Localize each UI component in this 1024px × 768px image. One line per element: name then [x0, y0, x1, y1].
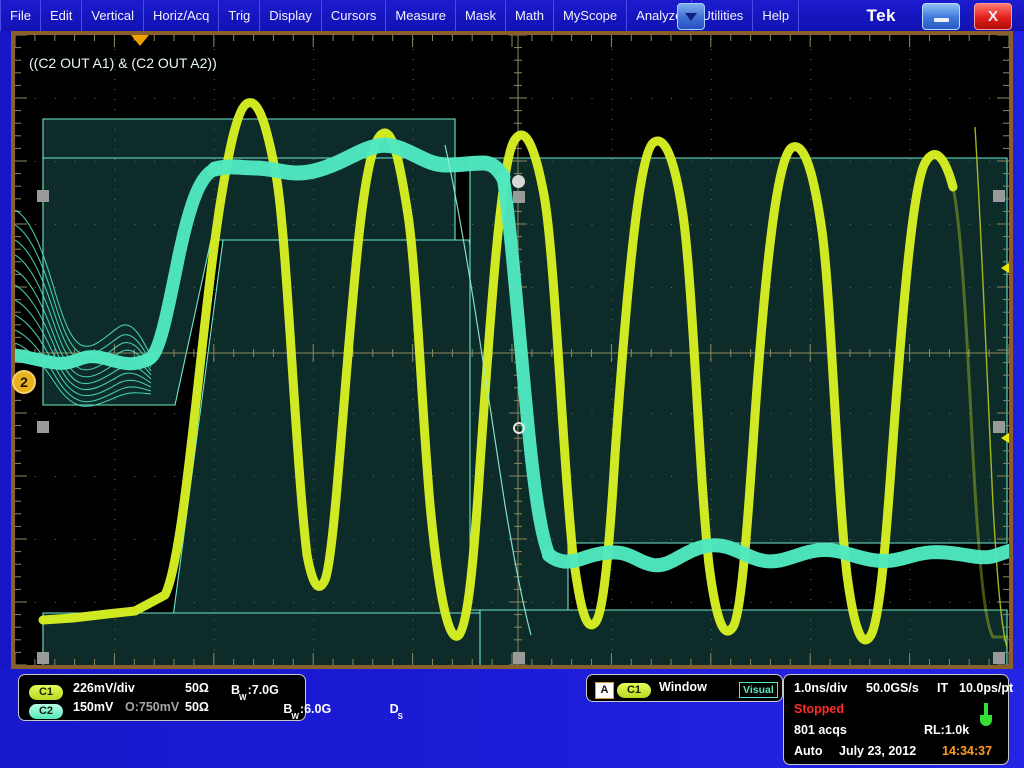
ch1-chip-wrap[interactable]: C1 — [29, 682, 63, 700]
ch2-bw-sub: W — [291, 712, 299, 721]
menu-edit[interactable]: Edit — [41, 0, 82, 31]
menu-cursors[interactable]: Cursors — [322, 0, 387, 31]
trigger-mode: Auto — [794, 744, 822, 758]
ch1-level-arrow-lower[interactable] — [1001, 431, 1009, 445]
zoom-a-badge[interactable]: A — [595, 682, 614, 699]
zoom-chip-wrap[interactable]: A — [595, 680, 614, 699]
graticule[interactable]: ((C2 OUT A1) & (C2 OUT A2)) — [15, 35, 1009, 665]
zoom-source-chip-wrap[interactable]: C1 — [617, 680, 651, 698]
menu-overflow-button[interactable] — [677, 3, 705, 30]
ch1-bw-value: :7.0G — [248, 683, 279, 697]
ch1-bandwidth: BW:7.0G — [231, 683, 279, 700]
resolution: 10.0ps/pt — [959, 681, 1013, 695]
ch2-coupling: DS — [390, 702, 404, 719]
ch2-coupling-sub: S — [398, 712, 403, 721]
sample-rate: 50.0GS/s — [866, 681, 919, 695]
ch1-scale: 226mV/div — [73, 681, 135, 695]
date-label: July 23, 2012 — [839, 744, 916, 758]
ch2-position-handle-right[interactable] — [993, 190, 1005, 202]
zoom-source-badge[interactable]: C1 — [617, 683, 651, 698]
ch1-position-handle-bottom-left[interactable] — [37, 652, 49, 664]
ch1-badge[interactable]: C1 — [29, 685, 63, 700]
minimize-icon — [934, 18, 949, 22]
menu-file[interactable]: File — [0, 0, 41, 31]
time-label: 14:34:37 — [942, 744, 992, 758]
ch2-scale: 150mV — [73, 700, 113, 714]
indicator-head — [980, 715, 992, 726]
cursor-marker-filled[interactable] — [512, 175, 525, 188]
math-expression-label: ((C2 OUT A1) & (C2 OUT A2)) — [29, 55, 217, 71]
visual-trigger-chip-wrap[interactable]: Visual — [739, 680, 778, 698]
ch2-badge[interactable]: C2 — [29, 704, 63, 719]
center-handle-bottom-right[interactable] — [993, 652, 1005, 664]
visual-badge[interactable]: Visual — [739, 682, 778, 698]
graticule-canvas — [15, 35, 1009, 665]
menu-myscope[interactable]: MyScope — [554, 0, 627, 31]
menu-mask[interactable]: Mask — [456, 0, 506, 31]
chevron-down-icon — [685, 13, 697, 21]
timebase-value: 1.0ns/div — [794, 681, 848, 695]
menu-math[interactable]: Math — [506, 0, 554, 31]
menu-vertical[interactable]: Vertical — [82, 0, 144, 31]
ch2-chip-wrap[interactable]: C2 — [29, 701, 63, 719]
record-length: RL:1.0k — [924, 723, 969, 737]
ch2-impedance: 50Ω — [185, 700, 209, 714]
ch1-position-handle-left[interactable] — [37, 421, 49, 433]
oscilloscope-window: File Edit Vertical Horiz/Acq Trig Displa… — [0, 0, 1024, 768]
close-icon: X — [988, 8, 998, 25]
ch1-level-arrow-upper[interactable] — [1001, 261, 1009, 275]
menu-display[interactable]: Display — [260, 0, 322, 31]
menu-trig[interactable]: Trig — [219, 0, 260, 31]
center-handle-bottom[interactable] — [513, 652, 525, 664]
ch2-position-handle-left[interactable] — [37, 190, 49, 202]
menu-measure[interactable]: Measure — [386, 0, 456, 31]
ch2-bw-value: :6.0G — [300, 702, 331, 716]
run-state: Stopped — [794, 702, 844, 716]
menu-horiz-acq[interactable]: Horiz/Acq — [144, 0, 219, 31]
channel-2-position-badge[interactable]: 2 — [12, 370, 36, 394]
trigger-position-marker[interactable] — [131, 35, 149, 46]
ch1-bw-sub: W — [239, 693, 247, 702]
ch2-offset: O:750mV — [125, 700, 179, 714]
ch2-bandwidth: BW:6.0G — [283, 702, 331, 719]
close-button[interactable]: X — [974, 3, 1012, 30]
menu-bar: File Edit Vertical Horiz/Acq Trig Displa… — [0, 0, 1024, 31]
zoom-mode-label: Window — [659, 680, 707, 694]
menu-help[interactable]: Help — [753, 0, 799, 31]
channel-settings-panel[interactable]: C1 226mV/div 50Ω BW:7.0G C2 150mV O:750m… — [18, 674, 306, 721]
ch1-impedance: 50Ω — [185, 681, 209, 695]
cursor-marker-open[interactable] — [513, 422, 525, 434]
readout-bar: C1 226mV/div 50Ω BW:7.0G C2 150mV O:750m… — [0, 669, 1024, 768]
acquisition-status-panel[interactable]: 1.0ns/div 50.0GS/s IT 10.0ps/pt Stopped … — [783, 674, 1009, 765]
zoom-window-panel[interactable]: A C1 Window Visual — [586, 674, 783, 702]
waveform-display[interactable]: ((C2 OUT A1) & (C2 OUT A2)) 2 — [11, 31, 1013, 669]
center-handle-top[interactable] — [513, 191, 525, 203]
acquisition-count: 801 acqs — [794, 723, 847, 737]
interpolation-mode: IT — [937, 681, 948, 695]
tek-logo: Tek — [866, 0, 896, 31]
minimize-button[interactable] — [922, 3, 960, 30]
